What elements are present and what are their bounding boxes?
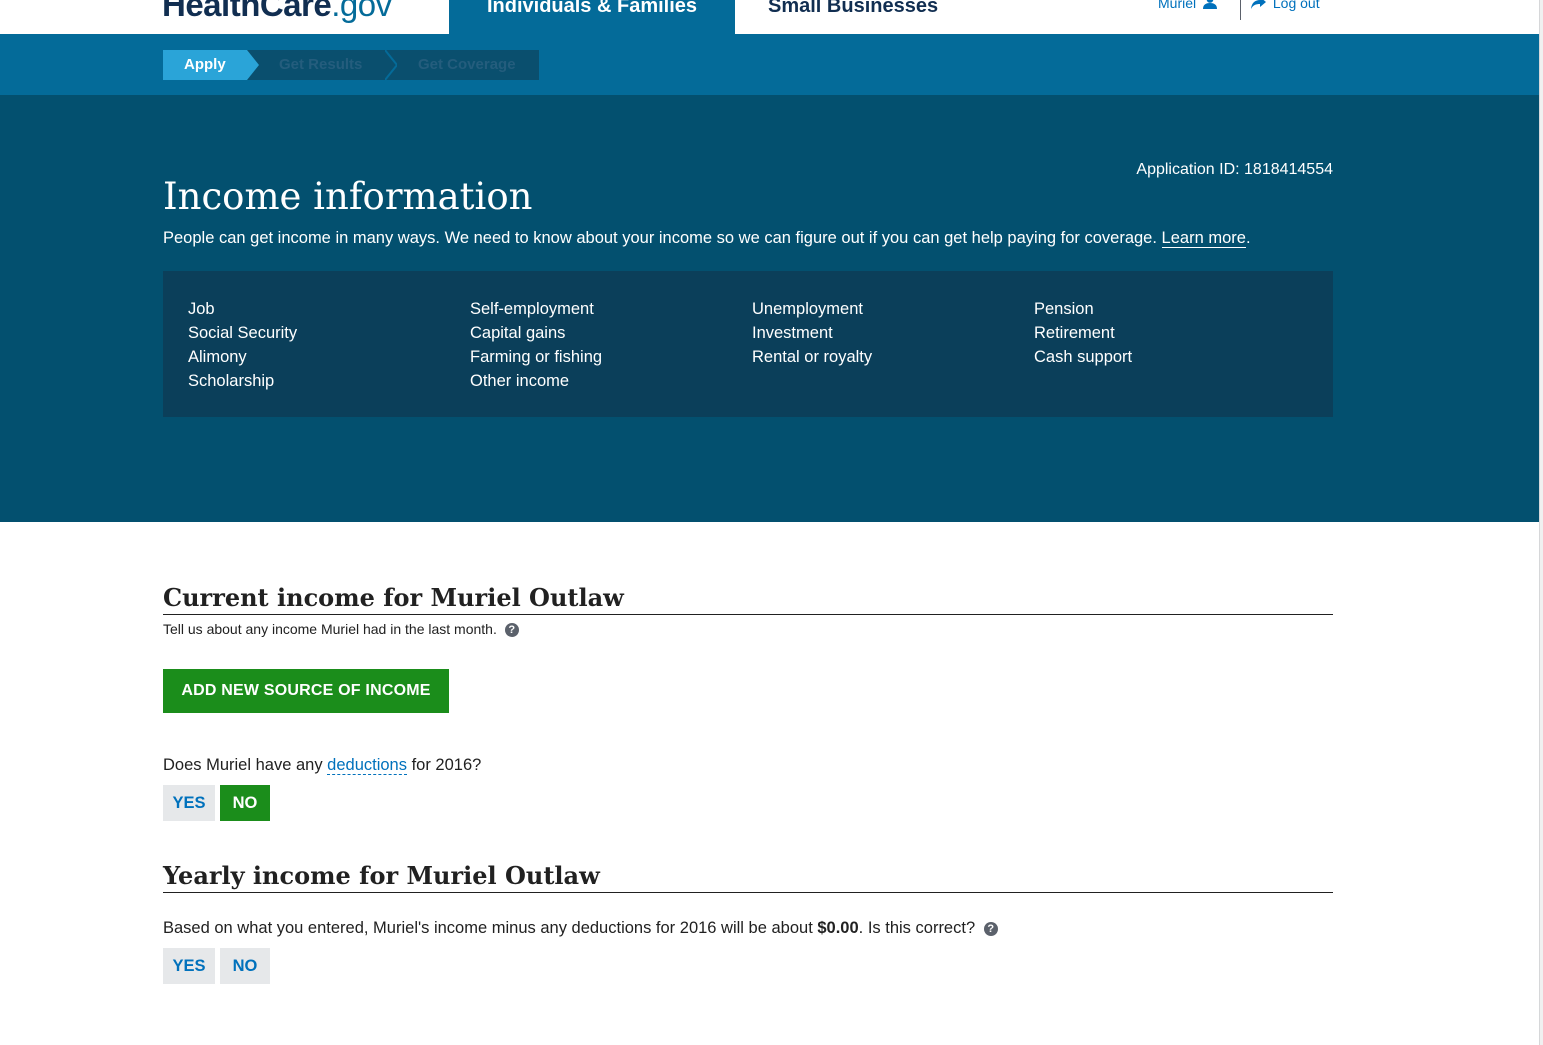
yearly-question-pre: Based on what you entered, Muriel's inco… <box>163 919 813 937</box>
income-type: Unemployment <box>752 300 863 318</box>
user-name: Muriel <box>1158 0 1197 11</box>
deductions-term-link[interactable]: deductions <box>327 756 407 775</box>
deductions-question: Does Muriel have any deductions for 2016… <box>163 756 481 775</box>
income-type: Scholarship <box>188 372 275 390</box>
step-chevron-icon <box>385 50 397 80</box>
window-scrollbar[interactable] <box>1539 0 1543 1045</box>
income-type: Investment <box>752 324 833 342</box>
income-hero: Application ID: 1818414554 Income inform… <box>0 95 1539 522</box>
income-type: Social Security <box>188 324 298 342</box>
income-type: Pension <box>1034 300 1094 318</box>
logout-link[interactable]: Log out <box>1251 0 1320 11</box>
site-header: HealthCare.gov Individuals & Families Sm… <box>0 0 1539 34</box>
learn-more-link[interactable]: Learn more <box>1161 229 1246 248</box>
help-icon[interactable]: ? <box>504 623 519 637</box>
share-arrow-icon <box>1251 0 1266 9</box>
step-get-results-label: Get Results <box>279 56 363 73</box>
income-type: Capital gains <box>470 324 566 342</box>
yearly-income-question: Based on what you entered, Muriel's inco… <box>163 919 998 938</box>
tab-small-businesses[interactable]: Small Businesses <box>768 0 938 34</box>
income-types-column: Job Social Security Alimony Scholarship <box>188 297 458 393</box>
application-id: Application ID: 1818414554 <box>1136 161 1333 178</box>
current-income-title: Current income for Muriel Outlaw <box>163 583 1333 615</box>
income-type: Cash support <box>1034 348 1133 366</box>
income-type: Self-employment <box>470 300 594 318</box>
deductions-no-button[interactable]: NO <box>220 785 270 821</box>
yearly-question-post: . Is this correct? <box>858 919 976 937</box>
income-type: Alimony <box>188 348 247 366</box>
income-types-column: Unemployment Investment Rental or royalt… <box>752 297 1022 369</box>
step-indicator: Apply Get Results Get Coverage <box>163 50 539 80</box>
hero-intro: People can get income in many ways. We n… <box>163 229 1251 248</box>
income-type: Job <box>188 300 215 318</box>
hero-intro-text: People can get income in many ways. We n… <box>163 229 1157 247</box>
deductions-question-post: for 2016? <box>411 756 482 774</box>
income-types-column: Self-employment Capital gains Farming or… <box>470 297 740 393</box>
logout-label: Log out <box>1272 0 1320 11</box>
step-apply-label: Apply <box>184 56 226 73</box>
current-income-subtitle: Tell us about any income Muriel had in t… <box>163 621 519 637</box>
step-get-coverage-label: Get Coverage <box>418 56 516 73</box>
logo-suffix: .gov <box>331 0 392 23</box>
add-income-source-button[interactable]: ADD NEW SOURCE OF INCOME <box>163 669 449 713</box>
income-types-column: Pension Retirement Cash support <box>1034 297 1304 369</box>
progress-step-bar: Apply Get Results Get Coverage <box>0 34 1539 95</box>
income-type: Farming or fishing <box>470 348 603 366</box>
income-type: Other income <box>470 372 570 390</box>
page-title: Income information <box>163 175 533 218</box>
step-get-coverage: Get Coverage <box>418 50 516 80</box>
step-get-results: Get Results <box>279 50 362 80</box>
income-type: Retirement <box>1034 324 1115 342</box>
yearly-no-button[interactable]: NO <box>220 948 270 984</box>
tab-individuals-families-label: Individuals & Families <box>486 0 698 17</box>
yearly-income-title: Yearly income for Muriel Outlaw <box>163 861 1333 893</box>
user-account-link[interactable]: Muriel <box>1158 0 1218 11</box>
healthcare-gov-logo[interactable]: HealthCare.gov <box>162 0 392 24</box>
user-icon <box>1203 0 1218 9</box>
help-icon[interactable]: ? <box>983 922 998 936</box>
yearly-income-amount: $0.00 <box>817 919 859 937</box>
deductions-yes-button[interactable]: YES <box>163 785 215 821</box>
header-divider <box>1240 0 1241 20</box>
tab-individuals-families[interactable]: Individuals & Families <box>449 0 735 34</box>
step-apply: Apply <box>163 50 259 80</box>
deductions-question-pre: Does Muriel have any <box>163 756 323 774</box>
income-type: Rental or royalty <box>752 348 873 366</box>
tab-small-businesses-label: Small Businesses <box>768 0 939 17</box>
income-types-box: Job Social Security Alimony Scholarship … <box>163 271 1333 417</box>
current-income-subtitle-text: Tell us about any income Muriel had in t… <box>163 621 497 637</box>
hero-intro-end: . <box>1245 229 1251 247</box>
logo-main: HealthCare <box>162 0 332 23</box>
yearly-yes-button[interactable]: YES <box>163 948 215 984</box>
